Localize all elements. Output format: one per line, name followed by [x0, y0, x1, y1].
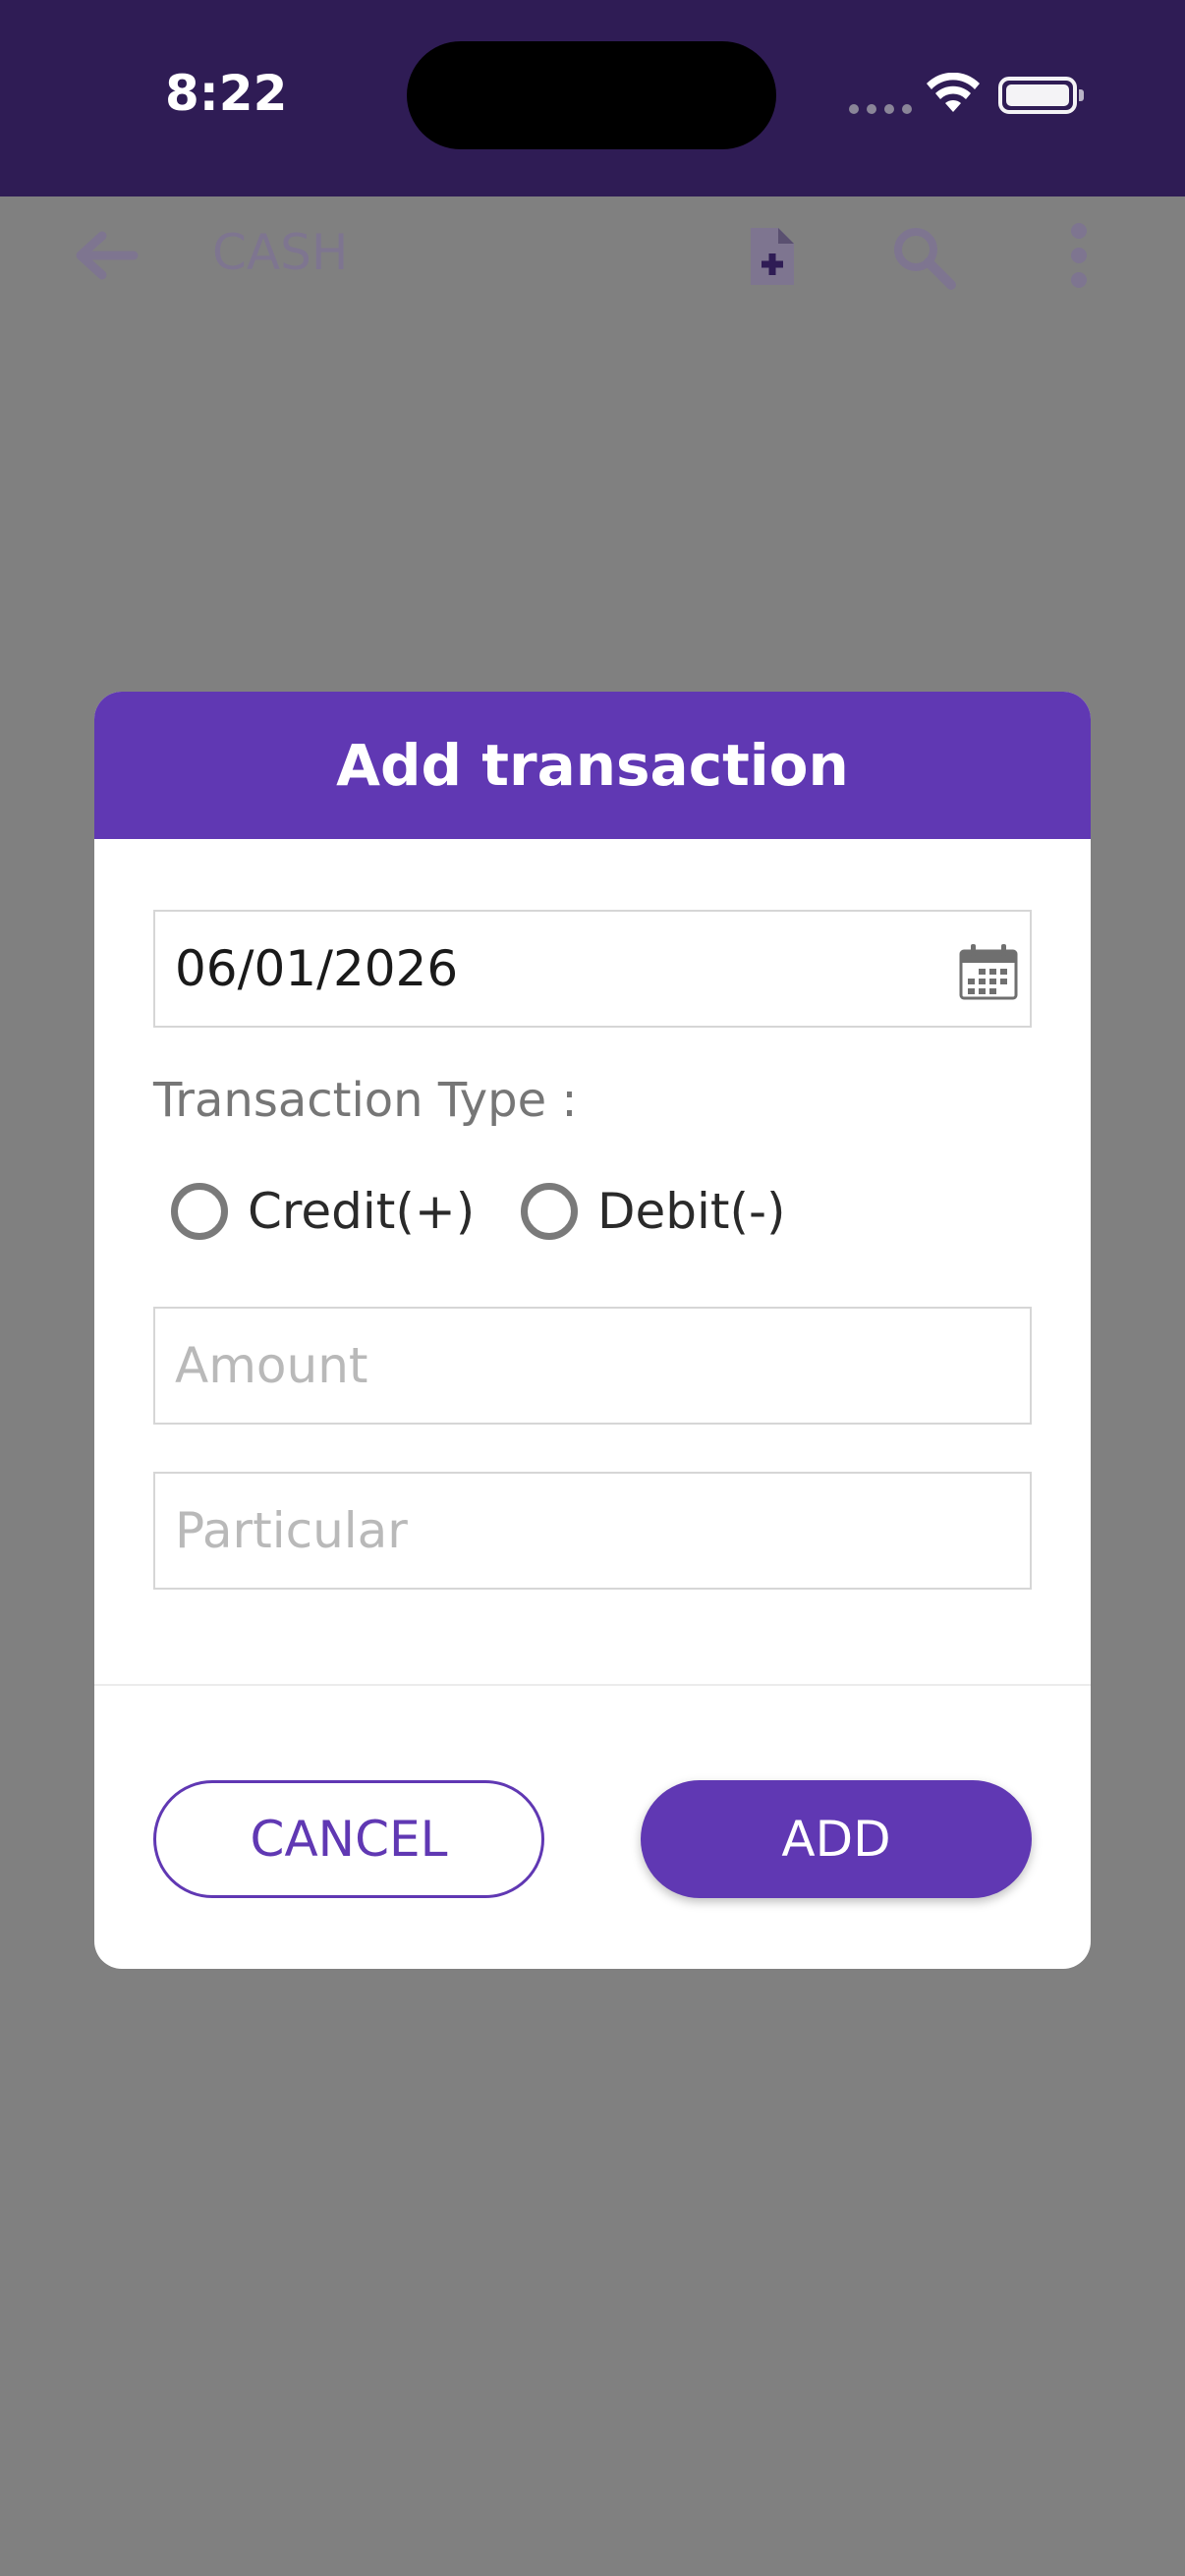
date-field[interactable]: 06/01/2026 [153, 910, 1032, 1028]
arrow-back-icon[interactable] [71, 228, 140, 283]
debit-radio-label[interactable]: Debit(-) [597, 1183, 786, 1240]
debit-radio-circle[interactable] [521, 1183, 578, 1240]
dynamic-island [407, 41, 776, 149]
file-add-icon[interactable] [747, 224, 798, 289]
search-icon[interactable] [890, 224, 957, 291]
dialog-divider [94, 1684, 1091, 1686]
more-vertical-icon[interactable] [1061, 222, 1097, 289]
wifi-icon [927, 73, 980, 112]
app-title: CASH [212, 224, 349, 281]
amount-input[interactable]: Amount [153, 1307, 1032, 1425]
particular-input[interactable]: Particular [153, 1472, 1032, 1590]
dialog-title: Add transaction [336, 732, 849, 799]
add-button[interactable]: ADD [641, 1780, 1032, 1898]
credit-radio-label[interactable]: Credit(+) [248, 1183, 475, 1240]
particular-placeholder: Particular [175, 1502, 408, 1559]
add-transaction-dialog: Add transaction 06/01/2026 Transaction T… [94, 692, 1091, 1969]
dialog-header: Add transaction [94, 692, 1091, 839]
cellular-signal-icon [849, 104, 912, 114]
credit-radio-circle[interactable] [171, 1183, 228, 1240]
app-header: 8:22 CASH [0, 0, 1185, 290]
calendar-icon[interactable] [959, 943, 1018, 1000]
transaction-type-label: Transaction Type : [153, 1073, 578, 1128]
status-time: 8:22 [165, 65, 288, 122]
amount-placeholder: Amount [175, 1337, 368, 1394]
debit-radio[interactable]: Debit(-) [521, 1177, 786, 1246]
credit-radio[interactable]: Credit(+) [171, 1177, 475, 1246]
battery-icon [998, 77, 1084, 114]
date-value: 06/01/2026 [175, 940, 459, 997]
cancel-button[interactable]: CANCEL [153, 1780, 544, 1898]
